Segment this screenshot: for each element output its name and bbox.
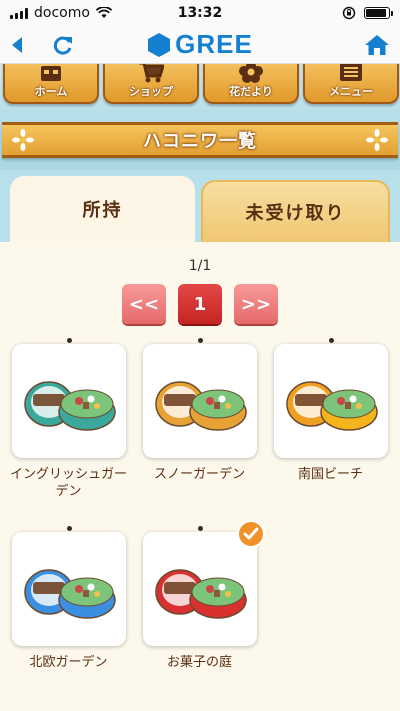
tin-box-icon — [23, 569, 116, 619]
hakoniwa-name: 南国ビーチ — [297, 467, 363, 482]
next-page-button[interactable]: >> — [234, 284, 278, 324]
current-page-button[interactable]: 1 — [178, 284, 222, 324]
hakoniwa-card[interactable]: 南国ビーチ — [265, 338, 396, 518]
page-title: ハコニワ一覧 — [143, 131, 257, 152]
hakoniwa-name: お菓子の庭 — [166, 655, 232, 670]
game-menu: ホーム ショップ 花だより メニュー — [0, 64, 400, 112]
gree-logo-text: GREE — [175, 29, 253, 59]
tab-bar: 所持 未受け取り — [0, 170, 400, 242]
status-bar: docomo 13:32 — [0, 0, 400, 26]
hakoniwa-name: イングリッシュガーデン — [9, 467, 127, 499]
daisy-icon — [366, 129, 388, 151]
next-page-label: >> — [240, 293, 272, 315]
current-page-number: 1 — [193, 293, 207, 315]
gree-hexagon-icon — [148, 32, 171, 57]
menu-button-shop[interactable]: ショップ — [103, 64, 199, 104]
tin-box-icon — [285, 381, 378, 431]
selected-check-icon — [236, 520, 265, 548]
battery-icon — [364, 7, 393, 19]
hakoniwa-thumbnail — [11, 338, 126, 458]
menu-list-icon — [340, 64, 362, 81]
pin-icon — [197, 338, 203, 343]
menu-button-flower-news[interactable]: 花だより — [203, 64, 299, 104]
cart-icon — [139, 64, 164, 83]
menu-label-home: ホーム — [34, 85, 68, 98]
menu-label-menu: メニュー — [329, 85, 373, 98]
hakoniwa-name: スノーガーデン — [153, 467, 245, 482]
tab-unreceived[interactable]: 未受け取り — [201, 180, 390, 242]
hakoniwa-grid: イングリッシュガーデン スノーガーデン 南国ビーチ 北欧ガーデン お菓子の庭 — [0, 324, 400, 706]
title-area: ハコニワ一覧 — [0, 112, 400, 170]
browser-navbar: GREE — [0, 26, 400, 64]
content-area: 1/1 << 1 >> イングリッシュガーデン スノーガーデン 南国ビーチ 北欧… — [0, 242, 400, 702]
hakoniwa-thumbnail — [273, 338, 388, 458]
pin-icon — [328, 338, 334, 343]
daisy-icon — [12, 129, 34, 151]
back-icon[interactable] — [10, 35, 24, 55]
house-icon — [41, 66, 61, 81]
pin-icon — [197, 526, 203, 531]
hakoniwa-card[interactable]: 北欧ガーデン — [3, 526, 134, 706]
carrier-label: docomo — [34, 5, 90, 21]
tin-box-icon — [154, 381, 247, 431]
hakoniwa-name: 北欧ガーデン — [29, 655, 108, 670]
tab-owned-label: 所持 — [82, 200, 123, 221]
menu-label-shop: ショップ — [129, 85, 173, 98]
tin-box-icon — [154, 569, 247, 619]
hakoniwa-thumbnail — [142, 520, 265, 646]
tab-unreceived-label: 未受け取り — [245, 203, 346, 224]
menu-label-flower-news: 花だより — [229, 85, 273, 98]
prev-page-label: << — [128, 293, 160, 315]
flower-icon — [239, 64, 263, 83]
pager: << 1 >> — [0, 284, 400, 324]
pin-icon — [66, 526, 72, 531]
gree-logo[interactable]: GREE — [147, 29, 253, 60]
wifi-icon — [95, 7, 112, 18]
menu-button-menu[interactable]: メニュー — [303, 64, 399, 104]
page-count: 1/1 — [188, 258, 212, 274]
hakoniwa-card[interactable]: お菓子の庭 — [134, 520, 265, 706]
signal-icon — [10, 7, 28, 19]
orientation-lock-icon — [342, 6, 356, 20]
title-banner: ハコニワ一覧 — [2, 122, 398, 158]
menu-button-home[interactable]: ホーム — [3, 64, 99, 104]
prev-page-button[interactable]: << — [122, 284, 166, 324]
hakoniwa-card[interactable]: イングリッシュガーデン — [3, 338, 134, 518]
reload-icon[interactable] — [52, 34, 74, 56]
tin-box-icon — [23, 381, 116, 431]
hakoniwa-thumbnail — [142, 338, 257, 458]
hakoniwa-thumbnail — [11, 526, 126, 646]
tab-owned[interactable]: 所持 — [10, 176, 195, 242]
home-icon[interactable] — [364, 34, 390, 56]
pin-icon — [66, 338, 72, 343]
hakoniwa-card[interactable]: スノーガーデン — [134, 338, 265, 518]
